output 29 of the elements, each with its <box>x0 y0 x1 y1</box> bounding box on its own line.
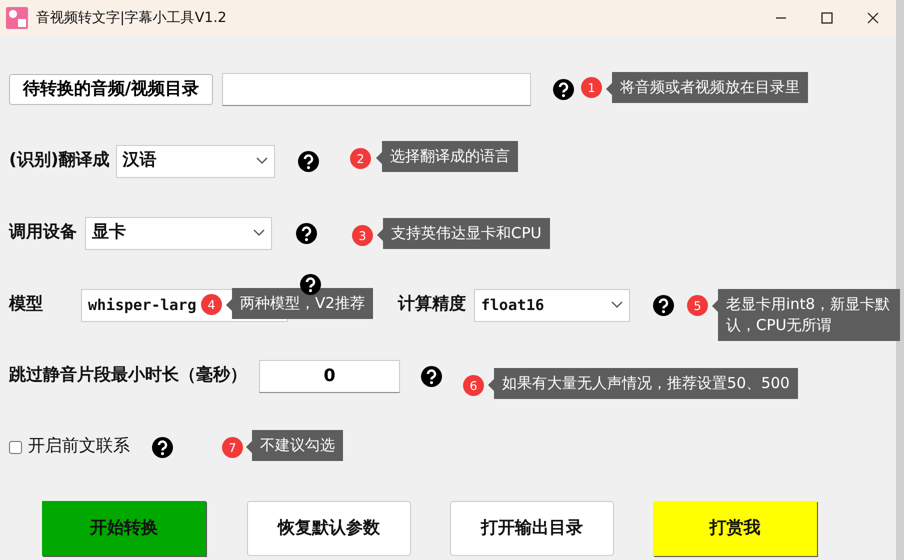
dropdown[interactable]: float16 <box>474 288 630 322</box>
tooltip: 如果有大量无人声情况，推荐设置50、500 <box>488 368 798 399</box>
tooltip: 不建议勾选 <box>246 430 343 461</box>
action-button[interactable]: 打开输出目录 <box>450 501 614 556</box>
window-title: 音视频转文字|字幕小工具V1.2 <box>36 8 227 28</box>
number-badge: 2 <box>350 148 371 169</box>
action-button[interactable]: 开始转换 <box>42 501 206 556</box>
number-badge: 5 <box>687 295 708 316</box>
field-label: 调用设备 <box>9 221 77 244</box>
number-badge: 7 <box>222 437 243 458</box>
dropdown[interactable]: 汉语 <box>116 144 275 178</box>
action-button[interactable]: 恢复默认参数 <box>247 501 411 556</box>
number-badge: 6 <box>463 375 484 396</box>
number-badge: 3 <box>352 225 373 246</box>
tooltip: 老显卡用int8，新显卡默认，CPU无所谓 <box>712 289 900 341</box>
field-label: 计算精度 <box>398 293 466 316</box>
action-button[interactable]: 打赏我 <box>653 501 817 556</box>
dropdown[interactable]: 显卡 <box>85 216 272 250</box>
folder-button[interactable]: 待转换的音频/视频目录 <box>9 74 213 104</box>
field-label: 跳过静音片段最小时长（毫秒） <box>9 364 247 388</box>
checkbox-label[interactable]: 开启前文联系 <box>28 434 130 460</box>
field-label: (识别)翻译成 <box>9 149 110 172</box>
number-input[interactable]: 0 <box>259 360 400 392</box>
tooltip: 将音频或者视频放在目录里 <box>606 72 808 103</box>
tooltip: 选择翻译成的语言 <box>376 141 518 172</box>
tooltip: 两种模型，V2推荐 <box>226 288 373 319</box>
tooltip: 支持英伟达显卡和CPU <box>377 218 550 249</box>
number-badge: 1 <box>581 77 602 98</box>
field-label: 模型 <box>9 293 43 316</box>
